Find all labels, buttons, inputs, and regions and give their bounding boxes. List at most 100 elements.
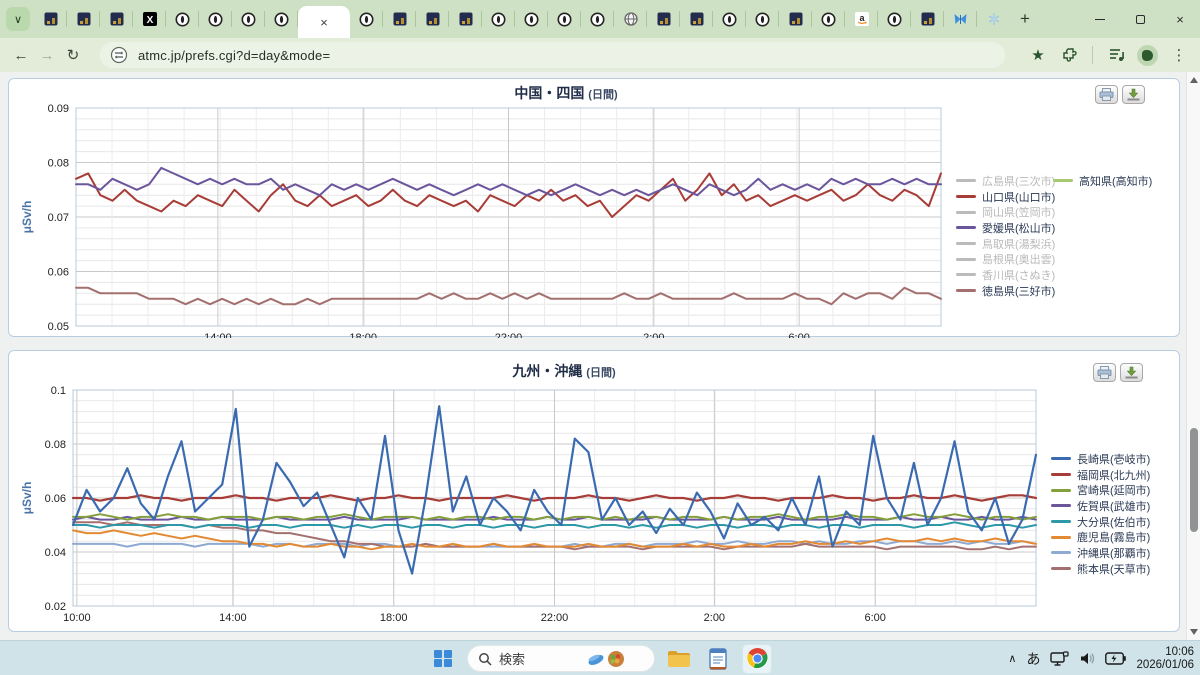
tab-amazon-24[interactable]: a [845, 2, 878, 36]
page-scrollbar[interactable] [1186, 72, 1200, 640]
svg-text:0.1: 0.1 [51, 385, 66, 397]
tab-navy-2[interactable] [100, 2, 133, 36]
legend-item[interactable]: 高知県(高知市) [1053, 173, 1152, 189]
close-button[interactable]: × [1160, 0, 1200, 38]
legend-label: 大分県(佐伯市) [1077, 516, 1151, 529]
new-tab-button[interactable]: + [1012, 6, 1038, 32]
tab-gauge-6[interactable] [232, 2, 265, 36]
gauge-favicon-icon [241, 12, 256, 27]
legend-item[interactable]: 愛媛県(松山市) [956, 220, 1055, 236]
tab-gauge-15[interactable] [548, 2, 581, 36]
speaker-icon[interactable] [1079, 651, 1095, 666]
legend-item[interactable]: 香川県(さぬき) [956, 267, 1055, 283]
legend-item[interactable]: 長崎県(壱岐市) [1051, 451, 1150, 467]
tab-navy-0[interactable] [34, 2, 67, 36]
legend-swatch-icon [956, 273, 976, 277]
tab-navy-19[interactable] [680, 2, 713, 36]
tab-navy-1[interactable] [67, 2, 100, 36]
legend-item[interactable]: 大分県(佐伯市) [1051, 514, 1150, 530]
file-explorer-button[interactable] [664, 644, 694, 674]
taskbar-search-box[interactable]: 検索 [467, 645, 655, 672]
window-controls: × [1080, 0, 1200, 38]
taskbar-clock[interactable]: 10:06 2026/01/06 [1136, 646, 1194, 672]
gauge-favicon-icon [821, 12, 836, 27]
tab-gauge-4[interactable] [166, 2, 199, 36]
bookmark-star-icon[interactable]: ★ [1026, 42, 1050, 68]
tab-active[interactable]: × [298, 6, 350, 38]
tray-chevron-icon[interactable]: ∧ [1008, 652, 1016, 665]
svg-text:0.04: 0.04 [45, 547, 66, 559]
tab-gauge-9[interactable] [350, 2, 383, 36]
search-placeholder: 検索 [499, 652, 526, 667]
tab-butterfly-27[interactable] [944, 2, 977, 36]
tab-navy-12[interactable] [449, 2, 482, 36]
legend-item[interactable]: 島根県(奥出雲) [956, 251, 1055, 267]
tab-gauge-21[interactable] [746, 2, 779, 36]
tab-close-icon[interactable]: × [320, 16, 328, 29]
chrome-button[interactable] [742, 643, 772, 674]
tab-gauge-20[interactable] [713, 2, 746, 36]
tab-gauge-16[interactable] [581, 2, 614, 36]
network-display-icon[interactable] [1050, 650, 1070, 667]
extensions-icon[interactable] [1058, 42, 1082, 68]
legend-item[interactable]: 熊本県(天草市) [1051, 561, 1150, 577]
tab-strip: ∨ X × a + × [0, 0, 1200, 38]
svg-text:18:00: 18:00 [380, 612, 408, 624]
svg-text:22:00: 22:00 [495, 332, 523, 338]
legend-swatch-icon [1051, 551, 1071, 555]
site-info-icon[interactable] [110, 46, 128, 64]
tab-gauge-13[interactable] [482, 2, 515, 36]
tab-gauge-23[interactable] [812, 2, 845, 36]
reading-list-icon[interactable] [1104, 42, 1130, 68]
tab-navy-18[interactable] [647, 2, 680, 36]
legend-item[interactable]: 福岡県(北九州) [1051, 467, 1150, 483]
legend-item[interactable]: 佐賀県(武雄市) [1051, 498, 1150, 514]
globe-favicon-icon [623, 12, 638, 26]
tab-gauge-7[interactable] [265, 2, 298, 36]
legend-swatch-icon [1051, 473, 1071, 477]
gauge-favicon-icon [524, 12, 539, 27]
legend-swatch-icon [956, 210, 976, 214]
tab-navy-11[interactable] [416, 2, 449, 36]
legend-item[interactable]: 山口県(山口市) [956, 189, 1055, 205]
scrollbar-thumb[interactable] [1190, 428, 1198, 532]
tab-gauge-5[interactable] [199, 2, 232, 36]
legend-item[interactable]: 広島県(三次市) [956, 173, 1055, 189]
tab-navy-22[interactable] [779, 2, 812, 36]
legend-item[interactable]: 鹿児島(霧島市) [1051, 529, 1150, 545]
maximize-button[interactable] [1120, 0, 1160, 38]
legend-item[interactable]: 宮崎県(延岡市) [1051, 482, 1150, 498]
tab-x-3[interactable]: X [133, 2, 166, 36]
back-button[interactable]: ← [8, 47, 34, 64]
ime-indicator[interactable]: あ [1026, 649, 1040, 669]
battery-icon[interactable] [1105, 652, 1127, 665]
legend-item[interactable]: 鳥取県(湯梨浜) [956, 236, 1055, 252]
reload-button[interactable]: ↻ [60, 46, 86, 64]
forward-button[interactable]: → [34, 47, 60, 64]
scrollbar-down-arrow[interactable] [1190, 629, 1198, 635]
legend-item[interactable]: 岡山県(笠岡市) [956, 204, 1055, 220]
tab-gauge-14[interactable] [515, 2, 548, 36]
tab-snowflake-28[interactable] [977, 2, 1010, 36]
chart-panel-1: 九州・沖縄 (日間) 0.02 0.04 0.06 0.08 0.1 10:00 14:00 1… [8, 350, 1180, 632]
legend-swatch-icon [1051, 504, 1071, 508]
start-button[interactable] [428, 644, 458, 674]
svg-text:X: X [146, 15, 153, 26]
tab-search-button[interactable]: ∨ [6, 7, 30, 31]
notepad-button[interactable] [703, 644, 733, 674]
scrollbar-up-arrow[interactable] [1190, 77, 1198, 83]
tab-strip-tabs: X × a [34, 0, 1010, 38]
minimize-button[interactable] [1080, 0, 1120, 38]
legend-label: 岡山県(笠岡市) [982, 207, 1056, 220]
legend-item[interactable]: 徳島県(三好市) [956, 283, 1055, 299]
profile-avatar[interactable] [1134, 42, 1160, 68]
notepad-icon [709, 647, 727, 670]
address-bar[interactable]: atmc.jp/prefs.cgi?d=day&mode= [100, 42, 1005, 68]
browser-menu-icon[interactable]: ⋮ [1168, 42, 1190, 68]
gauge-favicon-icon [175, 12, 190, 27]
tab-globe-17[interactable] [614, 2, 647, 36]
legend-item[interactable]: 沖縄県(那覇市) [1051, 545, 1150, 561]
tab-navy-26[interactable] [911, 2, 944, 36]
tab-gauge-25[interactable] [878, 2, 911, 36]
tab-navy-10[interactable] [383, 2, 416, 36]
